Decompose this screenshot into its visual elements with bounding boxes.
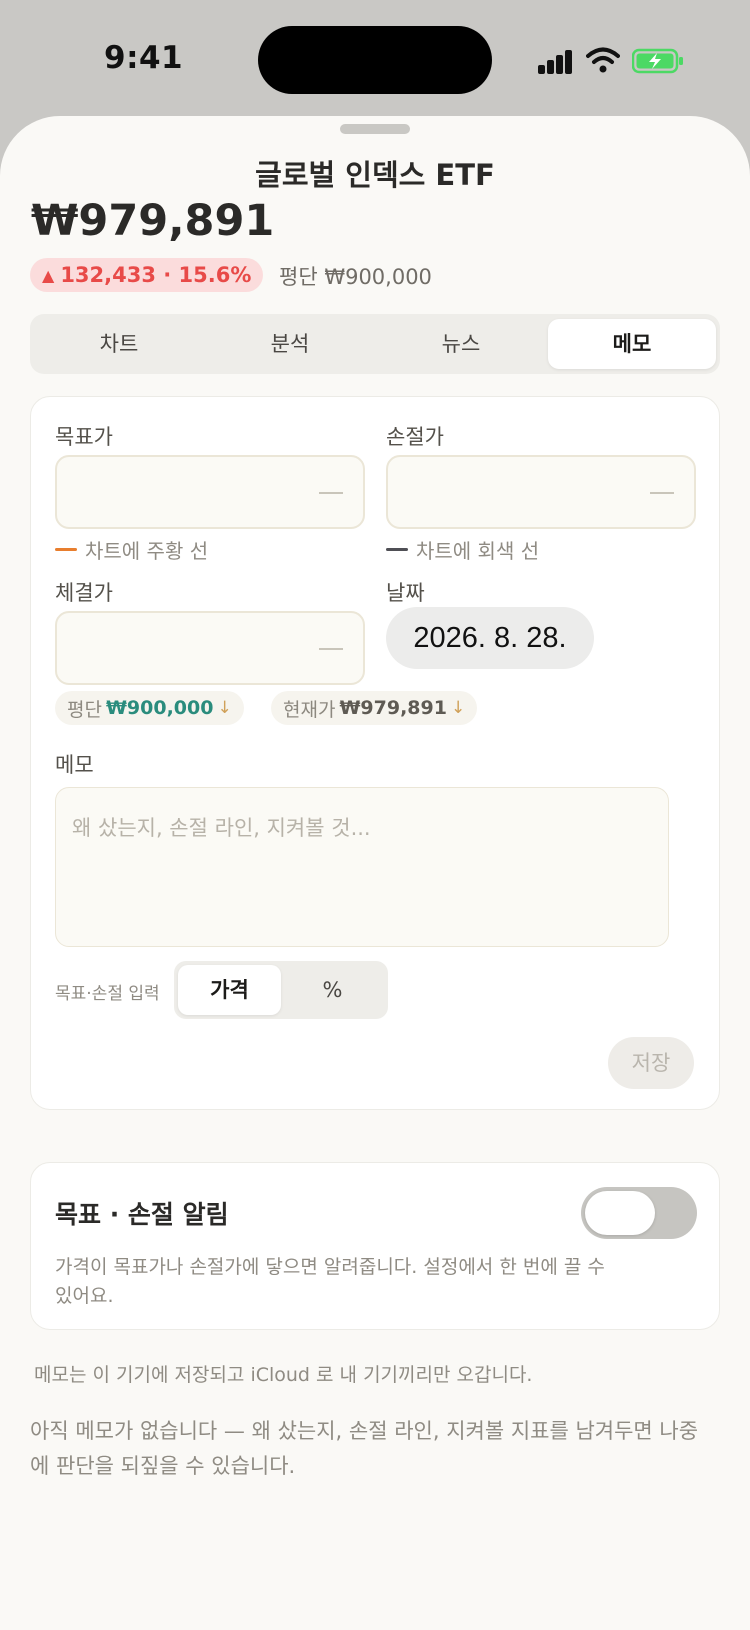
stop-loss-label: 손절가 [386, 425, 444, 449]
status-time: 9:41 [104, 40, 184, 76]
memo-textarea[interactable]: 왜 샀는지, 손절 라인, 지켜볼 것... [55, 787, 669, 947]
input-mode-label: 목표·손절 입력 [55, 984, 160, 1004]
stop-loss-hint: 차트에 회색 선 [386, 535, 539, 564]
date-picker[interactable]: 2026. 8. 28. [386, 607, 594, 669]
memo-label: 메모 [55, 753, 94, 777]
toggle-knob [585, 1191, 655, 1235]
tab-chart[interactable]: 차트 [35, 319, 203, 369]
stop-loss-input[interactable] [386, 455, 696, 529]
target-hint: 차트에 주황 선 [55, 535, 208, 564]
up-arrow-icon: ▲ [42, 265, 55, 285]
input-mode-segment: 가격 % [174, 961, 388, 1019]
battery-charging-icon [631, 48, 684, 74]
current-price-chip[interactable]: 현재가 ₩979,891 ↓ [271, 691, 478, 725]
avg-price-chip[interactable]: 평단 ₩900,000 ↓ [55, 691, 244, 725]
alert-toggle[interactable] [581, 1187, 697, 1239]
memo-placeholder: 왜 샀는지, 손절 라인, 지켜볼 것... [72, 816, 371, 840]
tab-news[interactable]: 뉴스 [377, 319, 545, 369]
change-badge: ▲ 132,433 · 15.6% [30, 258, 264, 292]
empty-memo-note: 아직 메모가 없습니다 — 왜 샀는지, 손절 라인, 지켜볼 지표를 남겨두면… [30, 1419, 699, 1478]
tab-analysis[interactable]: 분석 [206, 319, 374, 369]
alert-description: 가격이 목표가나 손절가에 닿으면 알려줍니다. 설정에서 한 번에 끌 수 있… [55, 1256, 605, 1307]
mode-price-option[interactable]: 가격 [178, 965, 281, 1015]
storage-footnote: 메모는 이 기기에 저장되고 iCloud 로 내 기기끼리만 오갑니다. [34, 1364, 533, 1386]
alert-title: 목표 · 손절 알림 [55, 1200, 229, 1229]
target-price-input[interactable] [55, 455, 365, 529]
status-bar: 9:41 [0, 0, 750, 118]
empty-value-dash [319, 492, 343, 494]
date-label: 날짜 [386, 581, 425, 605]
gray-line-swatch [386, 548, 408, 551]
current-price: ₩979,891 [31, 196, 275, 246]
bottom-sheet: 글로벌 인덱스 ETF ₩979,891 ▲ 132,433 · 15.6% 평… [0, 116, 750, 1630]
empty-value-dash [650, 492, 674, 494]
save-button[interactable]: 저장 [608, 1037, 694, 1089]
cellular-signal-icon [538, 48, 574, 74]
fill-price-label: 체결가 [55, 581, 113, 605]
fill-down-arrow-icon: ↓ [217, 698, 232, 718]
fill-price-input[interactable] [55, 611, 365, 685]
sheet-grabber[interactable] [340, 124, 410, 134]
average-price: 평단 ₩900,000 [279, 265, 432, 289]
tab-memo[interactable]: 메모 [548, 319, 716, 369]
mode-percent-option[interactable]: % [281, 965, 384, 1015]
empty-value-dash [319, 648, 343, 650]
fill-down-arrow-icon: ↓ [450, 698, 466, 718]
alert-card: 목표 · 손절 알림 가격이 목표가나 손절가에 닿으면 알려줍니다. 설정에서… [30, 1162, 720, 1330]
wifi-icon [586, 46, 620, 74]
sheet-title: 글로벌 인덱스 ETF [255, 158, 495, 192]
segmented-tabs: 차트 분석 뉴스 메모 [30, 314, 720, 374]
memo-card: 목표가 차트에 주황 선 손절가 차트에 회색 선 체결가 날짜 2026. 8… [30, 396, 720, 1110]
dynamic-island [258, 26, 492, 94]
orange-line-swatch [55, 548, 77, 551]
change-text: 132,433 · 15.6% [60, 263, 252, 287]
target-price-label: 목표가 [55, 425, 113, 449]
